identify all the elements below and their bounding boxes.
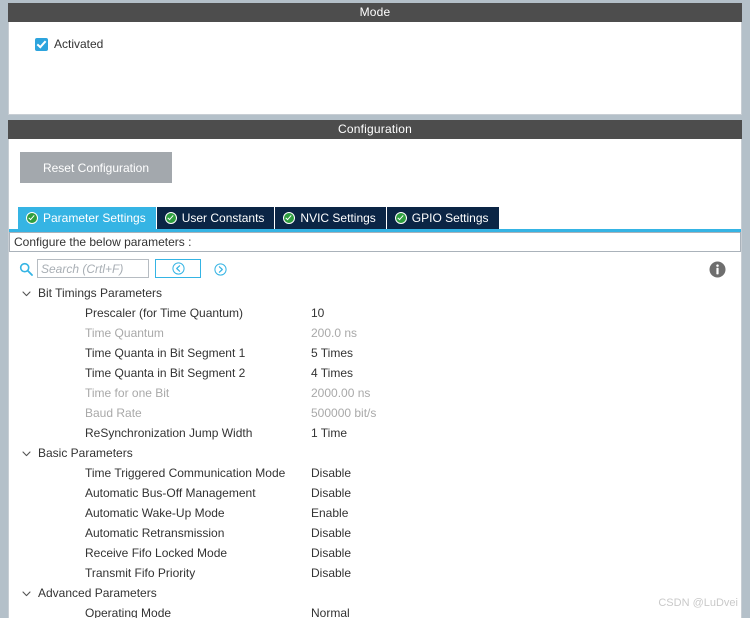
search-input[interactable] — [37, 259, 149, 278]
green-check-icon — [283, 212, 296, 224]
parameter-row[interactable]: Operating Mode Normal — [9, 603, 741, 618]
configuration-panel: Configuration Reset Configuration Parame… — [8, 120, 742, 618]
parameter-group-label: Advanced Parameters — [38, 586, 157, 600]
parameter-value[interactable]: 4 Times — [311, 366, 353, 380]
parameter-value[interactable]: Disable — [311, 566, 351, 580]
info-icon[interactable] — [709, 261, 726, 278]
parameter-group-header[interactable]: Advanced Parameters — [9, 583, 741, 603]
parameter-row[interactable]: Automatic Bus-Off Management Disable — [9, 483, 741, 503]
green-check-icon — [394, 212, 407, 224]
activated-checkbox-row[interactable]: Activated — [35, 37, 103, 51]
tab-parameter-settings[interactable]: Parameter Settings — [18, 207, 157, 229]
parameter-row[interactable]: Time for one Bit 2000.00 ns — [9, 383, 741, 403]
parameter-name: Automatic Wake-Up Mode — [85, 506, 225, 520]
green-check-icon — [26, 212, 38, 224]
parameter-name: Time Quantum — [85, 326, 164, 340]
parameter-value[interactable]: 200.0 ns — [311, 326, 357, 340]
parameter-row[interactable]: Transmit Fifo Priority Disable — [9, 563, 741, 583]
activated-checkbox-label: Activated — [54, 37, 104, 51]
configuration-panel-header: Configuration — [8, 120, 742, 139]
parameter-value[interactable]: Disable — [311, 466, 351, 480]
green-check-icon — [164, 212, 177, 224]
parameter-value[interactable]: 2000.00 ns — [311, 386, 370, 400]
checkbox-checked-icon[interactable] — [35, 37, 48, 51]
parameter-group-header[interactable]: Basic Parameters — [9, 443, 741, 463]
parameter-name: Baud Rate — [85, 406, 142, 420]
parameter-row[interactable]: Prescaler (for Time Quantum) 10 — [9, 303, 741, 323]
parameter-name: Operating Mode — [85, 606, 172, 618]
search-icon — [19, 262, 33, 276]
parameter-value[interactable]: Normal — [311, 606, 350, 618]
watermark: CSDN @LuDvei — [658, 597, 738, 609]
parameter-name: Time Quanta in Bit Segment 2 — [85, 366, 246, 380]
parameter-name: ReSynchronization Jump Width — [85, 426, 253, 440]
configuration-tabs: Parameter Settings User Constants NVIC Set… — [18, 207, 499, 229]
parameter-name: Time Triggered Communication Mode — [85, 466, 286, 480]
parameter-value[interactable]: Disable — [311, 526, 351, 540]
tab-gpio-settings[interactable]: GPIO Settings — [386, 207, 499, 229]
chevron-down-icon — [22, 590, 31, 596]
parameter-row[interactable]: Receive Fifo Locked Mode Disable — [9, 543, 741, 563]
parameter-row[interactable]: Time Quantum 200.0 ns — [9, 323, 741, 343]
search-prev-button[interactable] — [155, 259, 201, 278]
parameter-row[interactable]: Time Quanta in Bit Segment 1 5 Times — [9, 343, 741, 363]
parameter-name: Receive Fifo Locked Mode — [85, 546, 228, 560]
parameter-name: Time Quanta in Bit Segment 1 — [85, 346, 246, 360]
parameter-value[interactable]: 1 Time — [311, 426, 347, 440]
tab-label: NVIC Settings — [300, 211, 376, 225]
tab-label: User Constants — [181, 211, 265, 225]
mode-panel: Mode Activated — [8, 3, 742, 115]
parameter-row[interactable]: Time Quanta in Bit Segment 2 4 Times — [9, 363, 741, 383]
mode-panel-header: Mode — [8, 3, 742, 22]
app-window: Mode Activated Configuration Reset Confi… — [0, 0, 750, 618]
parameter-value[interactable]: 10 — [311, 306, 324, 320]
search-next-button[interactable] — [212, 261, 228, 277]
chevron-down-icon — [22, 450, 31, 456]
tab-label: GPIO Settings — [411, 211, 489, 225]
parameter-value[interactable]: Enable — [311, 506, 348, 520]
parameter-name: Transmit Fifo Priority — [85, 566, 196, 580]
reset-configuration-button[interactable]: Reset Configuration — [20, 152, 172, 183]
parameter-group-label: Bit Timings Parameters — [38, 286, 163, 300]
search-toolbar — [9, 257, 741, 283]
configure-hint-label: Configure the below parameters : — [14, 235, 192, 249]
tab-user-constants[interactable]: User Constants — [156, 207, 276, 229]
parameter-name: Automatic Bus-Off Management — [85, 486, 256, 500]
configuration-panel-body: Reset Configuration Parameter Settings Us… — [8, 139, 742, 618]
mode-panel-body: Activated — [8, 22, 742, 115]
parameter-group-header[interactable]: Bit Timings Parameters — [9, 283, 741, 303]
parameter-name: Time for one Bit — [85, 386, 170, 400]
parameter-tree: Bit Timings Parameters Prescaler (for Tim… — [9, 283, 741, 618]
parameter-group-label: Basic Parameters — [38, 446, 133, 460]
parameter-name: Automatic Retransmission — [85, 526, 225, 540]
parameter-name: Prescaler (for Time Quantum) — [85, 306, 244, 320]
parameter-row[interactable]: Automatic Retransmission Disable — [9, 523, 741, 543]
tab-label: Parameter Settings — [43, 211, 146, 225]
parameter-row[interactable]: ReSynchronization Jump Width 1 Time — [9, 423, 741, 443]
parameter-value[interactable]: Disable — [311, 486, 351, 500]
parameter-row[interactable]: Automatic Wake-Up Mode Enable — [9, 503, 741, 523]
parameter-value[interactable]: 500000 bit/s — [311, 406, 376, 420]
parameter-value[interactable]: 5 Times — [311, 346, 353, 360]
parameter-row[interactable]: Baud Rate 500000 bit/s — [9, 403, 741, 423]
parameter-value[interactable]: Disable — [311, 546, 351, 560]
chevron-down-icon — [22, 290, 31, 296]
parameter-row[interactable]: Time Triggered Communication Mode Disable — [9, 463, 741, 483]
tab-nvic-settings[interactable]: NVIC Settings — [275, 207, 387, 229]
configure-hint-box: Configure the below parameters : — [9, 232, 741, 252]
